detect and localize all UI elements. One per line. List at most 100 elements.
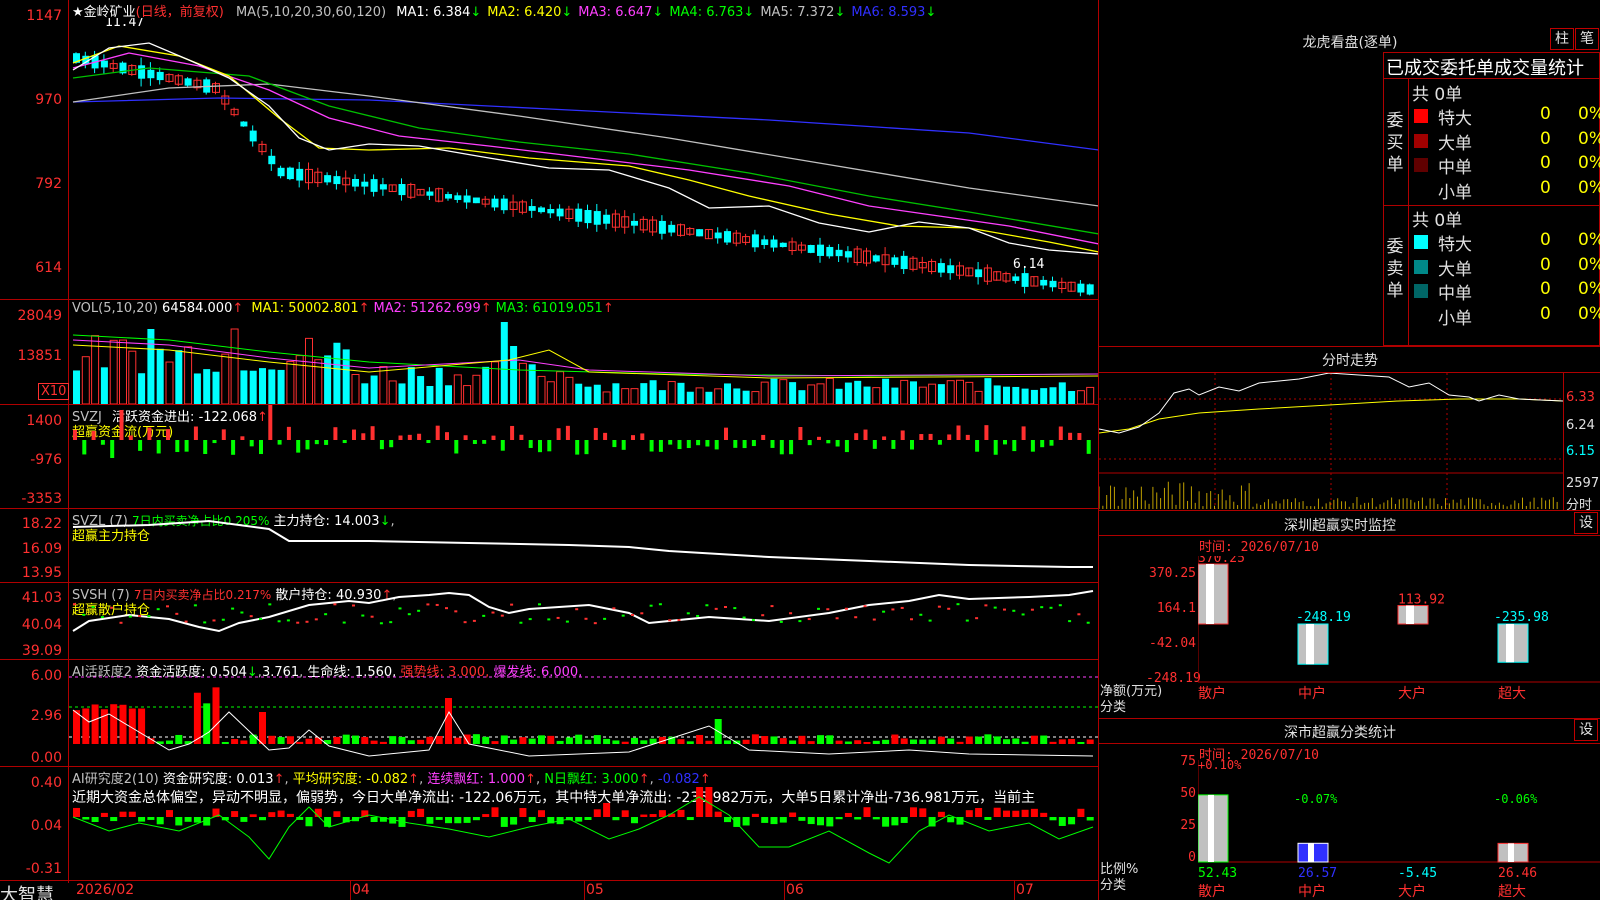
order-type-label: 中单 xyxy=(1438,284,1472,304)
volume-bar xyxy=(463,385,472,404)
holding-tick xyxy=(947,607,951,610)
flow-bar xyxy=(742,440,747,449)
candle xyxy=(361,173,369,195)
holding-tick xyxy=(1040,606,1044,609)
flow-bar xyxy=(631,435,635,440)
candle xyxy=(788,237,797,255)
candle xyxy=(983,264,992,285)
flow-bar xyxy=(947,434,952,440)
y-tick: 40.04 xyxy=(21,617,62,633)
volume-bar xyxy=(537,375,546,404)
order-count: 0 xyxy=(1540,128,1551,149)
classify-category: 中户 xyxy=(1298,883,1326,900)
brand-logo: 大智慧 xyxy=(0,885,54,900)
volume-bar xyxy=(240,370,248,404)
flow-bar xyxy=(705,440,710,447)
activity-bar xyxy=(445,698,452,744)
volume-bar xyxy=(658,390,666,404)
activity-bar xyxy=(82,708,90,744)
flow-bar xyxy=(937,440,942,445)
candle xyxy=(481,196,490,208)
bar-mode-button[interactable]: 柱 xyxy=(1550,28,1574,50)
holding-tick xyxy=(472,619,476,622)
activity-bar xyxy=(407,740,415,744)
holding-tick xyxy=(417,609,421,612)
activity-bar xyxy=(993,736,1001,744)
svsh-chart[interactable] xyxy=(69,583,1098,659)
classify-y-tick: 75 xyxy=(1180,754,1196,769)
monitor-bar-超大: -235.98 超大 xyxy=(1494,610,1549,702)
flow-bar xyxy=(407,434,412,440)
color-swatch xyxy=(1414,182,1428,197)
candle xyxy=(658,215,666,240)
volume-bar xyxy=(733,388,741,404)
candle xyxy=(212,81,220,95)
volume-bar xyxy=(593,384,601,404)
research-bar xyxy=(147,817,155,820)
holding-tick xyxy=(789,612,793,615)
buy-row: 大单 0 0% xyxy=(1412,128,1600,154)
activity-bar xyxy=(1012,738,1020,744)
holding-tick xyxy=(286,619,290,622)
ai-research-chart[interactable] xyxy=(69,767,1098,880)
ai-active-chart[interactable] xyxy=(69,660,1098,766)
monitor-chart[interactable]: 370.25 散户 -248.19 中户 113.92 大户 -235.98 超大 xyxy=(1198,556,1600,716)
holding-tick xyxy=(817,607,820,610)
volume-bar xyxy=(518,362,527,404)
classify-category: 超大 xyxy=(1498,884,1526,900)
holding-tick xyxy=(956,603,960,606)
fenshi-chart[interactable] xyxy=(1099,373,1563,509)
activity-bar xyxy=(528,738,536,744)
candle xyxy=(621,210,630,234)
tick-mode-button[interactable]: 笔 xyxy=(1575,28,1599,50)
classify-chart[interactable]: +0.10% 52.43 散户 -0.07% 26.57 中户 -5.45 大户 -0.06% 2… xyxy=(1198,760,1600,900)
fenshi-price-low: 6.15 xyxy=(1566,444,1595,459)
flow-bar xyxy=(770,440,775,448)
volume-bar xyxy=(388,380,397,404)
volume-bar xyxy=(565,376,574,404)
activity-bar xyxy=(575,734,583,744)
monitor-settings-button[interactable]: 设 xyxy=(1574,512,1598,534)
research-bar xyxy=(798,817,806,821)
monitor-cat-label: 分类 xyxy=(1100,700,1127,715)
classify-bar-超大: -0.06% 26.46 超大 xyxy=(1494,792,1538,900)
volume-bar xyxy=(807,384,816,404)
activity-bar xyxy=(724,740,731,744)
classify-value: -5.45 xyxy=(1398,866,1437,881)
volume-bar xyxy=(221,353,230,404)
classify-settings-button[interactable]: 设 xyxy=(1574,719,1598,741)
candle xyxy=(817,237,824,263)
volume-bar xyxy=(630,388,639,404)
svzj-chart[interactable] xyxy=(69,405,1098,508)
activity-bar xyxy=(379,741,387,744)
classify-pct: -0.06% xyxy=(1494,792,1538,806)
holding-tick xyxy=(565,620,569,623)
candle xyxy=(1058,277,1067,294)
holding-tick xyxy=(147,615,151,618)
research-bar xyxy=(82,817,90,820)
flow-bar xyxy=(612,440,617,448)
volume-bar xyxy=(370,375,378,404)
candle xyxy=(909,256,918,272)
volume-bar xyxy=(165,361,174,404)
monitor-value: -248.19 xyxy=(1296,610,1351,625)
sell-side-label: 委卖单 xyxy=(1386,237,1404,301)
candlestick-chart[interactable]: 11.47 6.14 xyxy=(69,18,1098,298)
activity-bar xyxy=(779,738,787,744)
monitor-bar-中户: -248.19 中户 xyxy=(1296,610,1351,702)
research-bar xyxy=(910,807,917,817)
candle xyxy=(352,174,359,192)
flow-bar xyxy=(305,440,310,450)
volume-bar xyxy=(175,350,183,404)
candle xyxy=(611,209,620,232)
candle xyxy=(509,194,518,217)
holding-tick xyxy=(193,604,197,607)
svzl-chart[interactable] xyxy=(69,509,1098,582)
volume-bar xyxy=(695,387,704,404)
candle xyxy=(863,247,871,267)
flow-bar xyxy=(472,440,477,444)
candle xyxy=(1030,276,1039,287)
classify-value: 52.43 xyxy=(1198,866,1237,881)
volume-chart[interactable] xyxy=(69,300,1098,404)
holding-tick xyxy=(621,614,625,617)
